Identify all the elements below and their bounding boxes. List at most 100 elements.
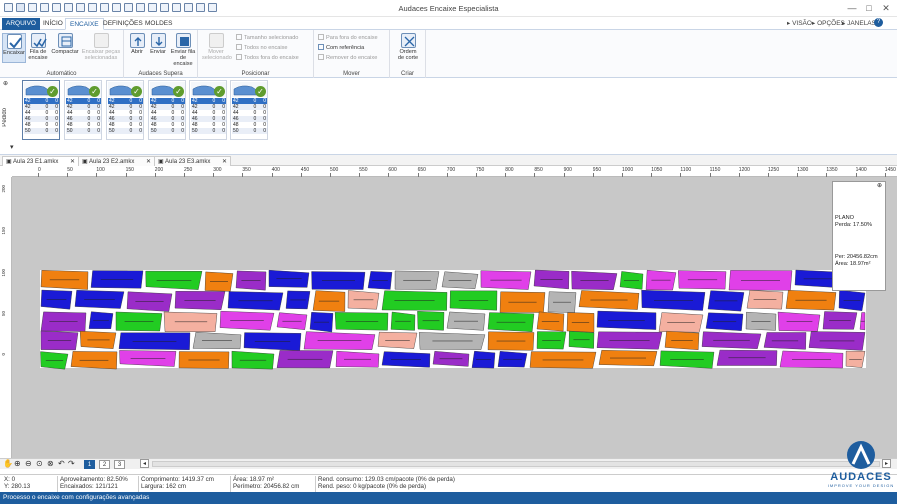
enviar-fila-button[interactable]: Enviar fila de encaixe bbox=[170, 33, 196, 67]
todos-fora-button[interactable]: Todos fora do encaixe bbox=[236, 54, 299, 61]
tab-definicoes[interactable]: DEFINIÇÕES bbox=[99, 18, 147, 30]
ruler-tick-label: 1050 bbox=[651, 167, 663, 173]
encaixar-pecas-icon bbox=[93, 33, 109, 48]
pin-icon[interactable]: ⊕ bbox=[3, 80, 8, 87]
table-cell: 0 bbox=[216, 128, 226, 134]
ruler-tick-label: 150 bbox=[1, 227, 6, 235]
piece-card[interactable]: ✓ 42 0 0 42 0 0 44 0 0 46 0 0 48 0 0 50 0 0 bbox=[230, 80, 268, 140]
mover-selecionado-label: Mover selecionado bbox=[202, 49, 232, 61]
close-icon[interactable]: ✕ bbox=[70, 159, 75, 165]
piece-card[interactable]: ✓ 42 0 0 42 0 0 44 0 0 46 0 0 48 0 0 50 0 0 bbox=[148, 80, 186, 140]
enviar-button[interactable]: Enviar bbox=[148, 33, 168, 55]
tamanho-selecionado-button[interactable]: Tamanho selecionado bbox=[236, 34, 298, 41]
group-mover-label: Mover bbox=[343, 71, 360, 77]
tab-encaixe[interactable]: ENCAIXE bbox=[65, 18, 104, 30]
ruler-tick-label: 900 bbox=[563, 167, 572, 173]
zoom-out-icon[interactable]: ⊖ bbox=[25, 459, 32, 468]
ruler-tick-label: 750 bbox=[476, 167, 485, 173]
close-icon[interactable]: ✕ bbox=[146, 159, 151, 165]
table-row[interactable]: 50 0 0 bbox=[150, 128, 185, 134]
ruler-tick-label: 1350 bbox=[826, 167, 838, 173]
piece-card[interactable]: ✓ 42 0 0 42 0 0 44 0 0 46 0 0 48 0 0 50 0 0 bbox=[22, 80, 60, 140]
table-cell: 0 bbox=[39, 128, 50, 134]
ruler-tick-label: 50 bbox=[1, 311, 6, 317]
status-dimensions: Comprimento: 1419.37 cm Largura: 162 cm bbox=[138, 476, 214, 492]
ordem-corte-button[interactable]: Ordem de corte bbox=[396, 33, 420, 61]
close-icon[interactable]: ✕ bbox=[222, 159, 227, 165]
mover-selecionado-button[interactable]: Mover selecionado bbox=[202, 33, 232, 61]
redo-view-icon[interactable]: ↷ bbox=[68, 459, 75, 468]
marker-canvas[interactable] bbox=[12, 177, 897, 458]
doc-tab-e1[interactable]: ▣ Aula 23 E1.amkx ✕ bbox=[2, 156, 80, 166]
help-icon[interactable]: ? bbox=[874, 18, 883, 27]
ruler-tick-label: 650 bbox=[417, 167, 426, 173]
check-icon: ✓ bbox=[214, 86, 225, 97]
todos-fora-icon bbox=[236, 54, 242, 60]
encaixar-pecas-selecionadas-button[interactable]: Encaixar peças selecionadas bbox=[81, 33, 121, 61]
piece-card[interactable]: ✓ 42 0 0 42 0 0 44 0 0 46 0 0 48 0 0 50 0 0 bbox=[189, 80, 227, 140]
plano-info-panel: ⊕ PLANO Perda: 17.50% Per: 20456.82cm Ár… bbox=[832, 181, 886, 291]
ruler-tick-label: 350 bbox=[242, 167, 251, 173]
doc-tab-e3[interactable]: ▣ Aula 23 E3.amkx ✕ bbox=[154, 156, 232, 166]
fila-encaixe-button[interactable]: Fila de encaixe bbox=[27, 33, 49, 61]
check-icon: ✓ bbox=[255, 86, 266, 97]
opcoes-menu[interactable]: ▸ OPÇÕES bbox=[812, 19, 845, 27]
table-row[interactable]: 50 0 0 bbox=[191, 128, 226, 134]
compactar-icon bbox=[57, 33, 73, 48]
remover-button[interactable]: Remover do encaixe bbox=[318, 54, 377, 61]
encaixar-label: Encaixar bbox=[3, 50, 25, 56]
zoom-in-icon[interactable]: ⊕ bbox=[14, 459, 21, 468]
encaixar-button[interactable]: Encaixar bbox=[2, 33, 26, 63]
page-2-button[interactable]: 2 bbox=[99, 460, 110, 469]
page-3-button[interactable]: 3 bbox=[114, 460, 125, 469]
opcoes-label: OPÇÕES bbox=[817, 20, 845, 27]
tab-inicio[interactable]: INÍCIO bbox=[39, 18, 67, 30]
check-icon: ✓ bbox=[131, 86, 142, 97]
doc-tab-e2[interactable]: ▣ Aula 23 E2.amkx ✕ bbox=[78, 156, 156, 166]
pin-icon[interactable]: ⊕ bbox=[877, 183, 882, 190]
scroll-left-icon[interactable]: ◂ bbox=[140, 459, 149, 468]
com-referencia-button[interactable]: Com referência bbox=[318, 44, 364, 51]
table-row[interactable]: 50 0 0 bbox=[66, 128, 101, 134]
ruler-tick-label: 100 bbox=[1, 269, 6, 277]
ruler-tick-label: 550 bbox=[359, 167, 368, 173]
visao-menu[interactable]: ▸ VISÃO bbox=[787, 19, 812, 27]
piece-panel: ⊕ Pedido ▾ ✓ 42 0 0 42 0 0 44 0 0 46 0 0 48 0 0 50 0 0 ✓ 42 0… bbox=[0, 78, 897, 155]
table-row[interactable]: 50 0 0 bbox=[108, 128, 143, 134]
enviar-label: Enviar bbox=[150, 49, 166, 55]
todos-no-encaixe-button[interactable]: Todos no encaixe bbox=[236, 44, 288, 51]
fila-encaixe-icon bbox=[30, 33, 47, 48]
para-fora-button[interactable]: Para fora do encaixe bbox=[318, 34, 378, 41]
ruler-tick-label: 250 bbox=[184, 167, 193, 173]
bottom-navigation: ✋ ⊕ ⊖ ⊙ ⊗ ↶ ↷ 1 2 3 ◂ ▸ bbox=[0, 458, 897, 469]
piece-card[interactable]: ✓ 42 0 0 42 0 0 44 0 0 46 0 0 48 0 0 50 0 0 bbox=[106, 80, 144, 140]
maximize-button[interactable]: □ bbox=[861, 2, 877, 14]
status-y: Y: 280.13 bbox=[4, 483, 31, 490]
table-row[interactable]: 50 0 0 bbox=[232, 128, 267, 134]
horizontal-scrollbar[interactable] bbox=[152, 461, 880, 467]
ruler-tick-label: 200 bbox=[154, 167, 164, 173]
panel-collapse-icon[interactable]: ▾ bbox=[10, 143, 14, 151]
audaces-logo-icon bbox=[847, 441, 875, 469]
close-button[interactable]: ✕ bbox=[878, 2, 894, 14]
table-row[interactable]: 50 0 0 bbox=[24, 128, 59, 134]
compactar-button[interactable]: Compactar bbox=[51, 33, 79, 55]
abrir-button[interactable]: Abrir bbox=[128, 33, 146, 55]
mover-selecionado-icon bbox=[208, 33, 224, 48]
undo-view-icon[interactable]: ↶ bbox=[58, 459, 65, 468]
page-1-button[interactable]: 1 bbox=[84, 460, 95, 469]
hand-icon[interactable]: ✋ bbox=[3, 459, 13, 468]
zoom-fit-icon[interactable]: ⊙ bbox=[36, 459, 43, 468]
minimize-button[interactable]: — bbox=[844, 2, 860, 14]
tab-moldes[interactable]: MOLDES bbox=[141, 18, 176, 30]
janelas-menu[interactable]: ▸ JANELAS bbox=[842, 19, 876, 27]
ruler-tick-label: 1250 bbox=[768, 167, 780, 173]
tab-arquivo[interactable]: ARQUIVO bbox=[2, 18, 40, 30]
piece-card[interactable]: ✓ 42 0 0 42 0 0 44 0 0 46 0 0 48 0 0 50 0 0 bbox=[64, 80, 102, 140]
logo-tagline: IMPROVE YOUR DESIGN bbox=[827, 483, 895, 488]
zoom-window-icon[interactable]: ⊗ bbox=[47, 459, 54, 468]
para-fora-label: Para fora do encaixe bbox=[326, 35, 378, 41]
encaixar-icon bbox=[6, 34, 22, 49]
group-mover: Para fora do encaixe Com referência Remo… bbox=[314, 30, 390, 78]
todos-no-icon bbox=[236, 44, 242, 50]
